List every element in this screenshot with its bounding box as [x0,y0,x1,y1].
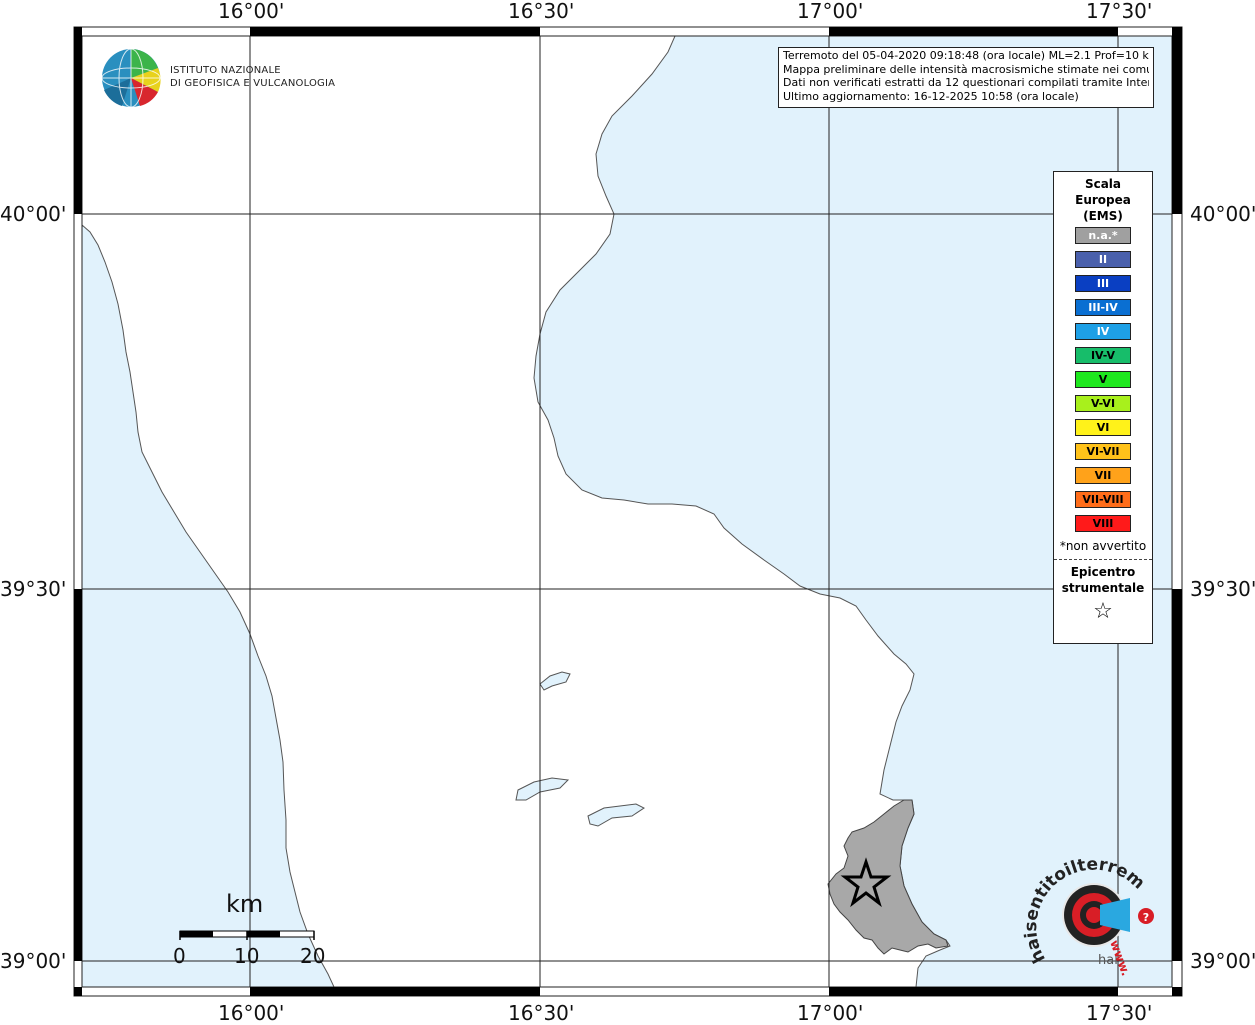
lat-label-right-3: 39°00' [1190,949,1255,973]
legend-star-icon: ☆ [1093,599,1113,624]
legend-item: VIII [1075,515,1131,532]
legend-items: n.a.* II III III-IV IV IV-V V V-VI VI VI-VII VII VI… [1054,227,1152,532]
institute-line-1: ISTITUTO NAZIONALE [170,65,281,76]
institute-line-2: DI GEOFISICA E VULCANOLOGIA [170,78,336,89]
lon-label-bottom-3: 17°00' [797,1001,864,1025]
lon-label-top-1: 16°00' [218,0,285,23]
event-info-line-1: Terremoto del 05-04-2020 09:18:48 (ora l… [783,49,1149,62]
lat-label-left-3: 39°00' [0,949,67,973]
lon-label-top-3: 17°00' [797,0,864,23]
legend-item: III [1075,275,1131,292]
legend-item: III-IV [1075,299,1131,316]
legend-title-line-1: Scala [1084,177,1122,191]
legend-item: VII-VIII [1075,491,1131,508]
lon-label-top-2: 16°30' [508,0,575,23]
legend-item: VI-VII [1075,443,1131,460]
lat-label-left-2: 39°30' [0,577,67,601]
intensity-legend: Scala Europea (EMS) n.a.* II III III-IV IV IV… [1053,171,1153,644]
legend-item: V-VI [1075,395,1131,412]
scale-label-0: 0 [173,944,186,968]
scale-label-10: 10 [234,944,260,968]
lat-label-left-1: 40°00' [0,202,67,226]
lat-label-right-1: 40°00' [1190,202,1255,226]
legend-separator [1054,559,1152,560]
lon-label-bottom-4: 17°30' [1086,1001,1153,1025]
legend-item: VII [1075,467,1131,484]
legend-item: n.a.* [1075,227,1131,244]
event-info-line-2: Mappa preliminare delle intensità macros… [783,62,1149,76]
event-info-box: Terremoto del 05-04-2020 09:18:48 (ora l… [778,47,1154,108]
event-info-line-4: Ultimo aggiornamento: 16-12-2025 10:58 (… [783,89,1079,103]
scale-unit: km [226,890,264,918]
legend-item: IV [1075,323,1131,340]
legend-note: *non avvertito [1059,539,1147,553]
legend-item: VI [1075,419,1131,436]
lon-label-bottom-2: 16°30' [508,1001,575,1025]
lon-label-top-4: 17°30' [1086,0,1153,23]
legend-item: II [1075,251,1131,268]
legend-epicenter-line-1: Epicentro [1070,565,1136,579]
legend-item: IV-V [1075,347,1131,364]
legend-epicenter-label: Epicentro strumentale [1054,564,1152,596]
scale-label-20: 20 [300,944,326,968]
legend-title: Scala Europea (EMS) [1054,176,1152,224]
legend-title-line-3: (EMS) [1083,209,1123,223]
lat-label-right-2: 39°30' [1190,577,1255,601]
legend-item: V [1075,371,1131,388]
legend-epicenter-line-2: strumentale [1061,581,1145,595]
legend-title-line-2: Europea [1075,193,1131,207]
lon-label-bottom-1: 16°00' [218,1001,285,1025]
event-info-line-3: Dati non verificati estratti da 12 quest… [783,76,1149,89]
svg-text:?: ? [1143,911,1149,924]
institute-name: ISTITUTO NAZIONALE DI GEOFISICA E VULCAN… [170,64,335,90]
